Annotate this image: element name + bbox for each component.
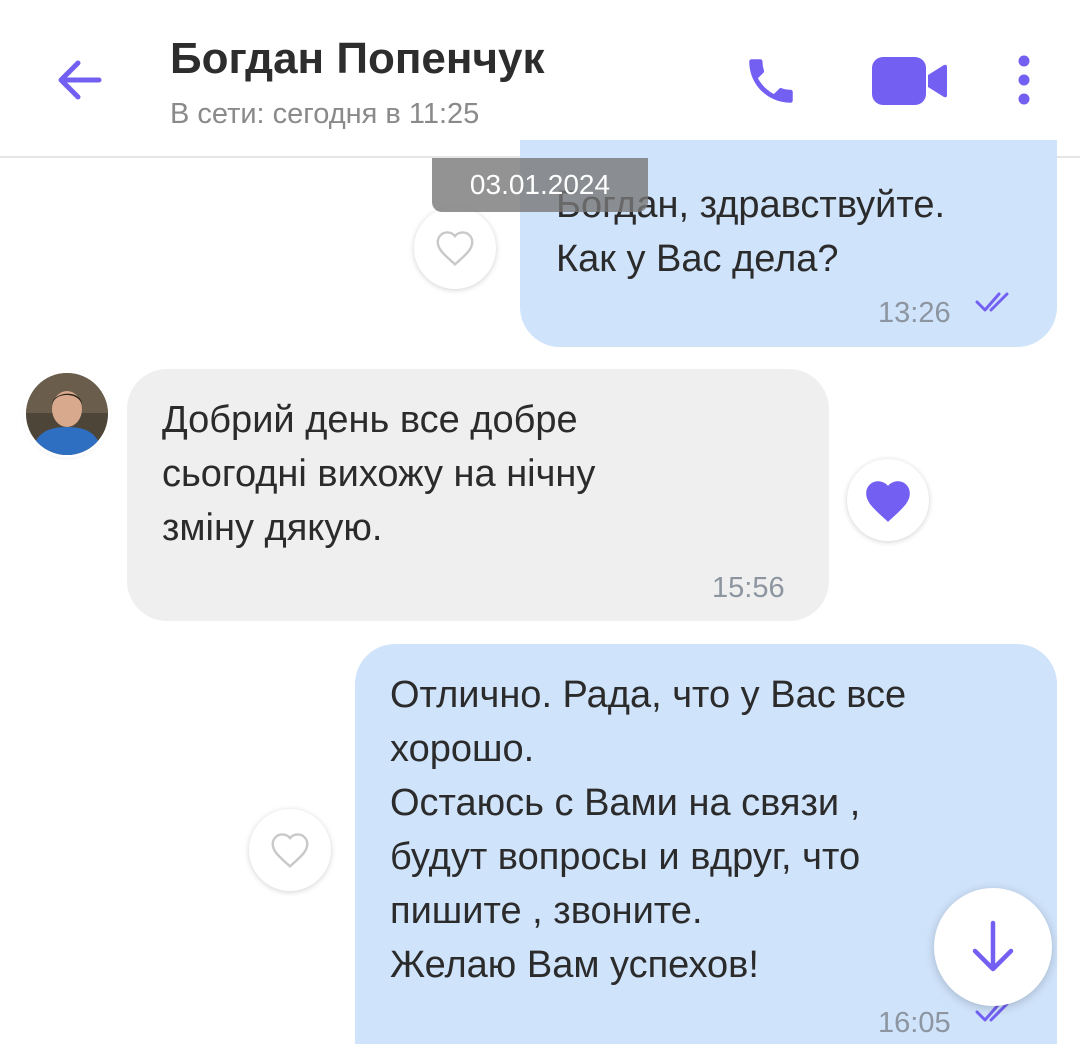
contact-name[interactable]: Богдан Попенчук [170, 34, 545, 84]
contact-avatar[interactable] [26, 373, 108, 455]
reaction-button[interactable] [249, 809, 331, 891]
user-avatar [26, 373, 108, 455]
message-time: 16:05 [878, 1007, 951, 1039]
reaction-button[interactable] [414, 207, 496, 289]
heart-filled-icon [866, 481, 910, 522]
video-camera-icon [872, 57, 947, 105]
video-call-button[interactable] [868, 52, 950, 110]
online-status: В сети: сегодня в 11:25 [170, 98, 480, 130]
message-time: 13:26 [878, 297, 951, 329]
double-check-icon [975, 292, 1009, 312]
message-time: 15:56 [712, 572, 785, 604]
scroll-to-bottom-button[interactable] [934, 888, 1052, 1006]
date-separator: 03.01.2024 [432, 158, 648, 212]
heart-outline-icon [271, 833, 309, 869]
arrow-left-icon [58, 60, 102, 100]
call-button[interactable] [742, 52, 800, 110]
incoming-message[interactable]: Добрий день все добре сьогодні вихожу на… [127, 369, 829, 621]
back-button[interactable] [50, 50, 110, 110]
message-text: Отлично. Рада, что у Вас все хорошо. Ост… [390, 674, 907, 986]
chat-header: Богдан Попенчук В сети: сегодня в 11:25 [0, 0, 1080, 158]
more-options-button[interactable] [1002, 52, 1046, 110]
reaction-button[interactable] [847, 459, 929, 541]
phone-icon [749, 59, 793, 103]
heart-outline-icon [436, 231, 474, 267]
more-vertical-icon [1018, 55, 1030, 105]
arrow-down-icon [972, 920, 1014, 972]
message-text: Добрий день все добре сьогодні вихожу на… [162, 399, 596, 549]
